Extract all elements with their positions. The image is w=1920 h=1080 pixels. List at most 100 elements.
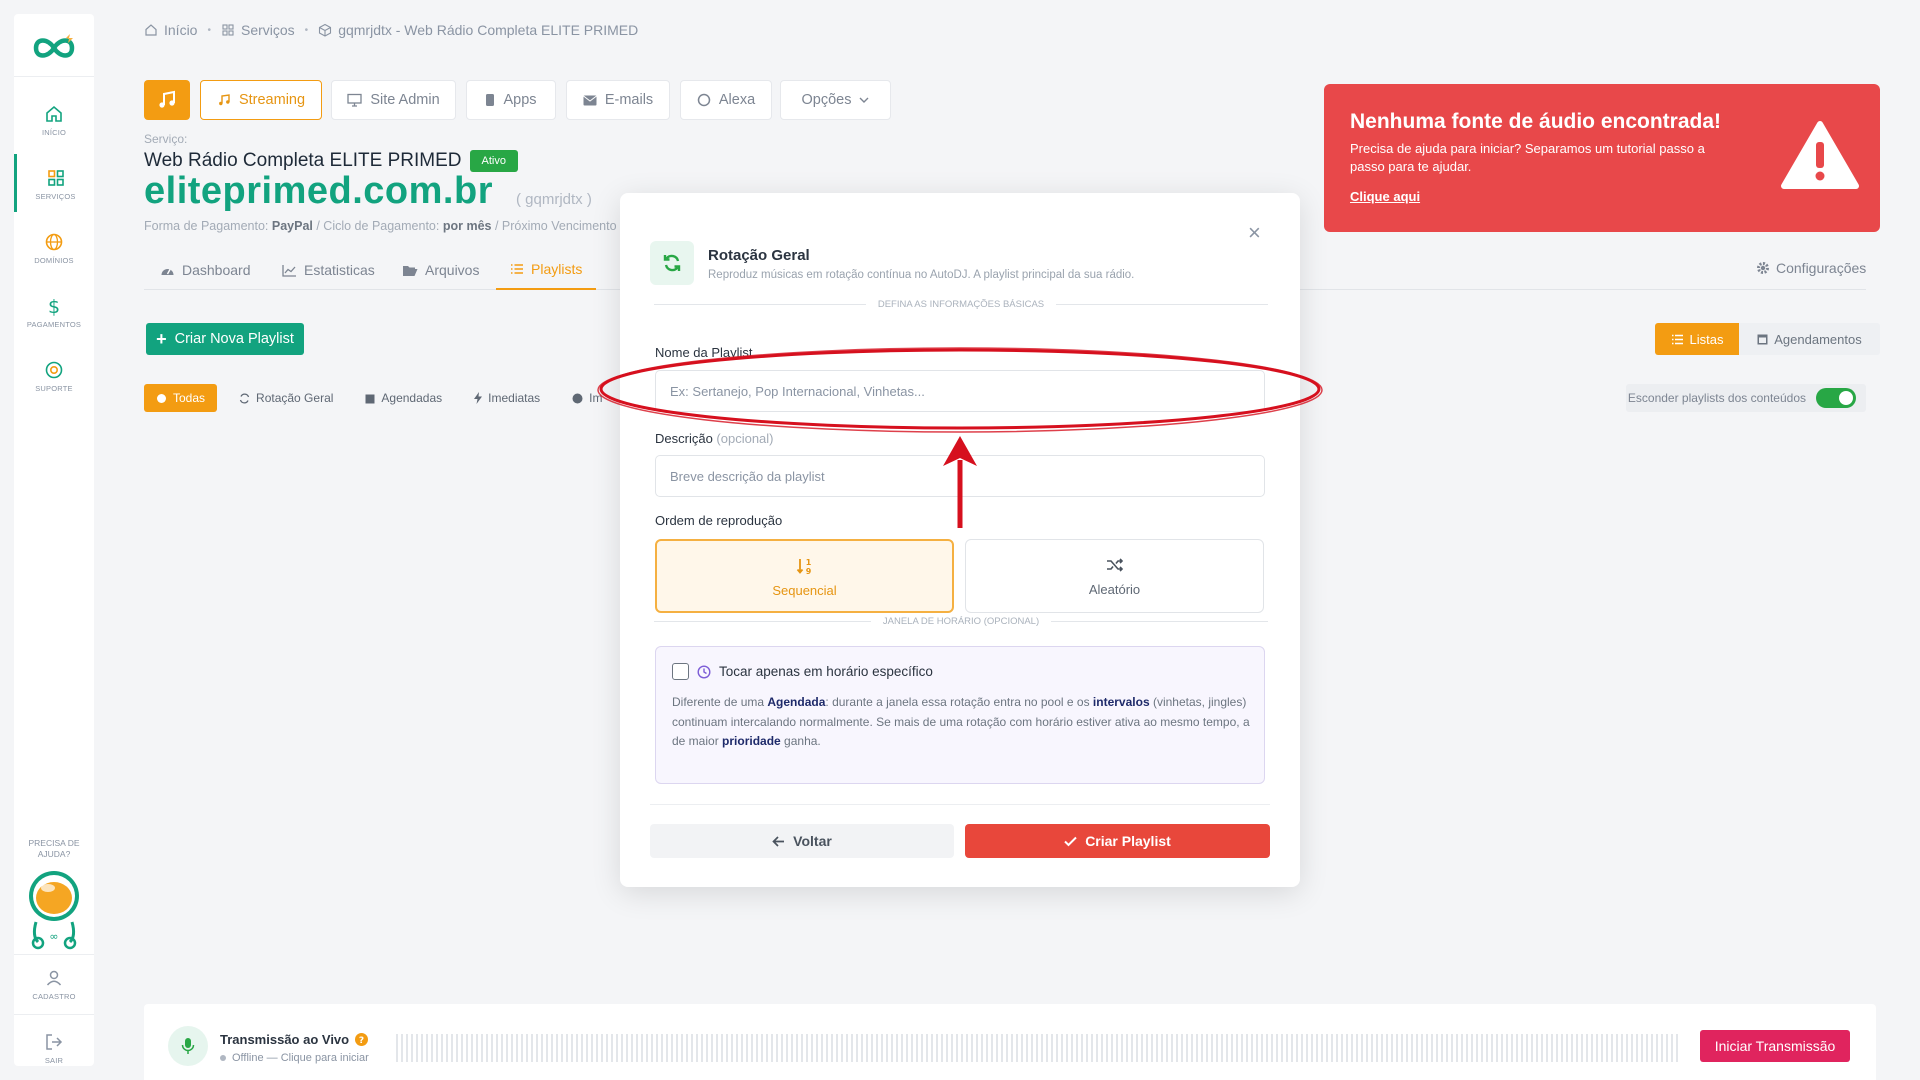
hide-playlists-toggle[interactable] bbox=[1816, 388, 1856, 408]
shuffle-icon bbox=[1106, 558, 1123, 572]
order-random-option[interactable]: Aleatório bbox=[965, 539, 1264, 613]
tab-label: Apps bbox=[503, 92, 537, 108]
plus-icon: + bbox=[156, 329, 167, 349]
question-circle-icon[interactable]: ? bbox=[355, 1033, 369, 1046]
subnav-arquivos[interactable]: Arquivos bbox=[402, 250, 479, 290]
calendar-icon bbox=[1757, 334, 1768, 345]
breadcrumb-item-servicos[interactable]: Serviços bbox=[221, 22, 295, 38]
rotation-icon-box bbox=[650, 241, 694, 285]
button-label: Criar Nova Playlist bbox=[174, 331, 294, 347]
breadcrumb-label: Início bbox=[164, 22, 198, 38]
filter-more[interactable]: Im bbox=[560, 384, 614, 412]
sidebar-item-label: PAGAMENTOS bbox=[26, 320, 82, 329]
svg-text:∞: ∞ bbox=[49, 930, 58, 943]
microphone-icon bbox=[181, 1038, 195, 1054]
filter-todas[interactable]: Todas bbox=[144, 384, 218, 412]
playlist-name-label: Nome da Playlist bbox=[655, 345, 753, 360]
desc-text: Diferente de uma bbox=[672, 695, 768, 709]
breadcrumb-item-service[interactable]: gqmrjdtx - Web Rádio Completa ELITE PRIM… bbox=[318, 22, 638, 38]
section-divider-basic: DEFINA AS INFORMAÇÕES BÁSICAS bbox=[654, 297, 1269, 311]
view-agendamentos-button[interactable]: Agendamentos bbox=[1739, 323, 1880, 355]
optional-hint: (opcional) bbox=[716, 431, 774, 446]
back-button[interactable]: Voltar bbox=[650, 824, 954, 858]
sidebar-item-label: SERVIÇOS bbox=[35, 192, 76, 201]
help-label: PRECISA DE AJUDA? bbox=[28, 838, 80, 859]
tab-e-mails[interactable]: E-mails bbox=[566, 80, 670, 120]
sidebar-divider bbox=[14, 76, 94, 77]
filter-label: Todas bbox=[173, 391, 206, 405]
tab-streaming[interactable]: Streaming bbox=[200, 80, 322, 120]
breadcrumb: Início • Serviços • gqmrjdtx - Web Rádio… bbox=[144, 20, 638, 40]
subnav-estatisticas[interactable]: Estatisticas bbox=[282, 250, 375, 290]
breadcrumb-item-inicio[interactable]: Início bbox=[144, 22, 197, 38]
close-icon[interactable]: × bbox=[1248, 222, 1261, 244]
sidebar-divider bbox=[14, 1014, 94, 1015]
home-icon bbox=[145, 24, 157, 36]
subnav-label: Playlists bbox=[531, 261, 583, 277]
sidebar-item-sair[interactable]: SAIR bbox=[14, 1018, 94, 1076]
list-icon bbox=[511, 264, 523, 274]
sidebar-item-dominios[interactable]: DOMÍNIOS bbox=[14, 218, 94, 276]
filter-label: Rotação Geral bbox=[256, 391, 334, 405]
gauge-icon bbox=[161, 268, 174, 275]
hide-playlists-toggle-row: Esconder playlists dos conteúdos bbox=[1626, 384, 1866, 412]
live-status-row: Offline — Clique para iniciar bbox=[220, 1052, 369, 1064]
playlist-name-input[interactable] bbox=[655, 370, 1265, 412]
chart-line-icon bbox=[282, 264, 296, 277]
tab-label: Streaming bbox=[238, 92, 306, 108]
tab-apps[interactable]: Apps bbox=[466, 80, 556, 120]
subnav-playlists[interactable]: Playlists bbox=[496, 250, 597, 290]
description-input[interactable] bbox=[655, 455, 1265, 497]
desc-bold: intervalos bbox=[1092, 695, 1150, 709]
mascot-avatar-icon[interactable]: ∞ bbox=[26, 866, 82, 950]
sidebar-item-label: CADASTRO bbox=[32, 992, 76, 1001]
desc-text: ganha. bbox=[780, 734, 821, 748]
mobile-icon bbox=[486, 94, 495, 106]
logo-infinity-icon[interactable] bbox=[28, 28, 80, 68]
view-listas-button[interactable]: Listas bbox=[1655, 323, 1739, 355]
status-badge: Ativo bbox=[469, 150, 518, 172]
alert-tutorial-link[interactable]: Clique aqui bbox=[1350, 189, 1420, 204]
tab-alexa[interactable]: Alexa bbox=[680, 80, 772, 120]
playlist-filter-row: Todas Rotação Geral Agendadas Imediatas … bbox=[144, 384, 615, 412]
warning-triangle-icon bbox=[1781, 121, 1859, 189]
filter-imediatas[interactable]: Imediatas bbox=[462, 384, 552, 412]
filter-rotacao-geral[interactable]: Rotação Geral bbox=[227, 384, 345, 412]
refresh-icon bbox=[239, 392, 250, 404]
time-window-checkbox[interactable] bbox=[672, 663, 689, 680]
live-status: Offline — Clique para iniciar bbox=[232, 1052, 369, 1064]
section-divider-window: JANELA DE HORÁRIO (OPCIONAL) bbox=[654, 614, 1269, 628]
music-button[interactable] bbox=[144, 80, 190, 120]
audio-waveform bbox=[396, 1034, 1678, 1062]
sidebar-item-cadastro[interactable]: CADASTRO bbox=[14, 954, 94, 1012]
chevron-down-icon bbox=[859, 97, 869, 103]
subnav-dashboard[interactable]: Dashboard bbox=[160, 250, 251, 290]
user-icon bbox=[46, 970, 62, 986]
folder-open-icon bbox=[403, 265, 418, 276]
tab-label: Opções bbox=[801, 92, 852, 108]
create-playlist-button[interactable]: Criar Playlist bbox=[965, 824, 1270, 858]
button-label: Agendamentos bbox=[1774, 331, 1862, 347]
tab-opcoes[interactable]: Opções bbox=[780, 80, 891, 120]
order-sequential-option[interactable]: 19 Sequencial bbox=[655, 539, 954, 613]
microphone-button[interactable] bbox=[168, 1026, 208, 1066]
tab-site-admin[interactable]: Site Admin bbox=[331, 80, 456, 120]
option-label: Aleatório bbox=[1088, 582, 1141, 597]
sidebar-item-inicio[interactable]: INÍCIO bbox=[14, 90, 94, 148]
sidebar-item-servicos[interactable]: SERVIÇOS bbox=[14, 154, 94, 212]
filter-agendadas[interactable]: Agendadas bbox=[353, 384, 454, 412]
service-domain[interactable]: eliteprimed.com.br bbox=[144, 170, 493, 213]
create-new-playlist-button[interactable]: + Criar Nova Playlist bbox=[146, 323, 304, 355]
config-label: Configurações bbox=[1776, 260, 1867, 276]
dollar-icon: $ bbox=[48, 296, 60, 316]
checkbox-label: Tocar apenas em horário específico bbox=[719, 664, 933, 679]
description-label-text: Descrição bbox=[655, 431, 713, 446]
toggle-label: Esconder playlists dos conteúdos bbox=[1627, 391, 1806, 405]
refresh-icon bbox=[663, 254, 681, 272]
configuracoes-link[interactable]: Configurações bbox=[1756, 260, 1866, 276]
sidebar-item-suporte[interactable]: SUPORTE bbox=[14, 346, 94, 404]
start-transmission-button[interactable]: Iniciar Transmissão bbox=[1700, 1030, 1850, 1062]
next-due-label: / Próximo Vencimento bbox=[494, 219, 617, 233]
sidebar-item-pagamentos[interactable]: $ PAGAMENTOS bbox=[14, 282, 94, 340]
section-label: JANELA DE HORÁRIO (OPCIONAL) bbox=[882, 615, 1040, 627]
